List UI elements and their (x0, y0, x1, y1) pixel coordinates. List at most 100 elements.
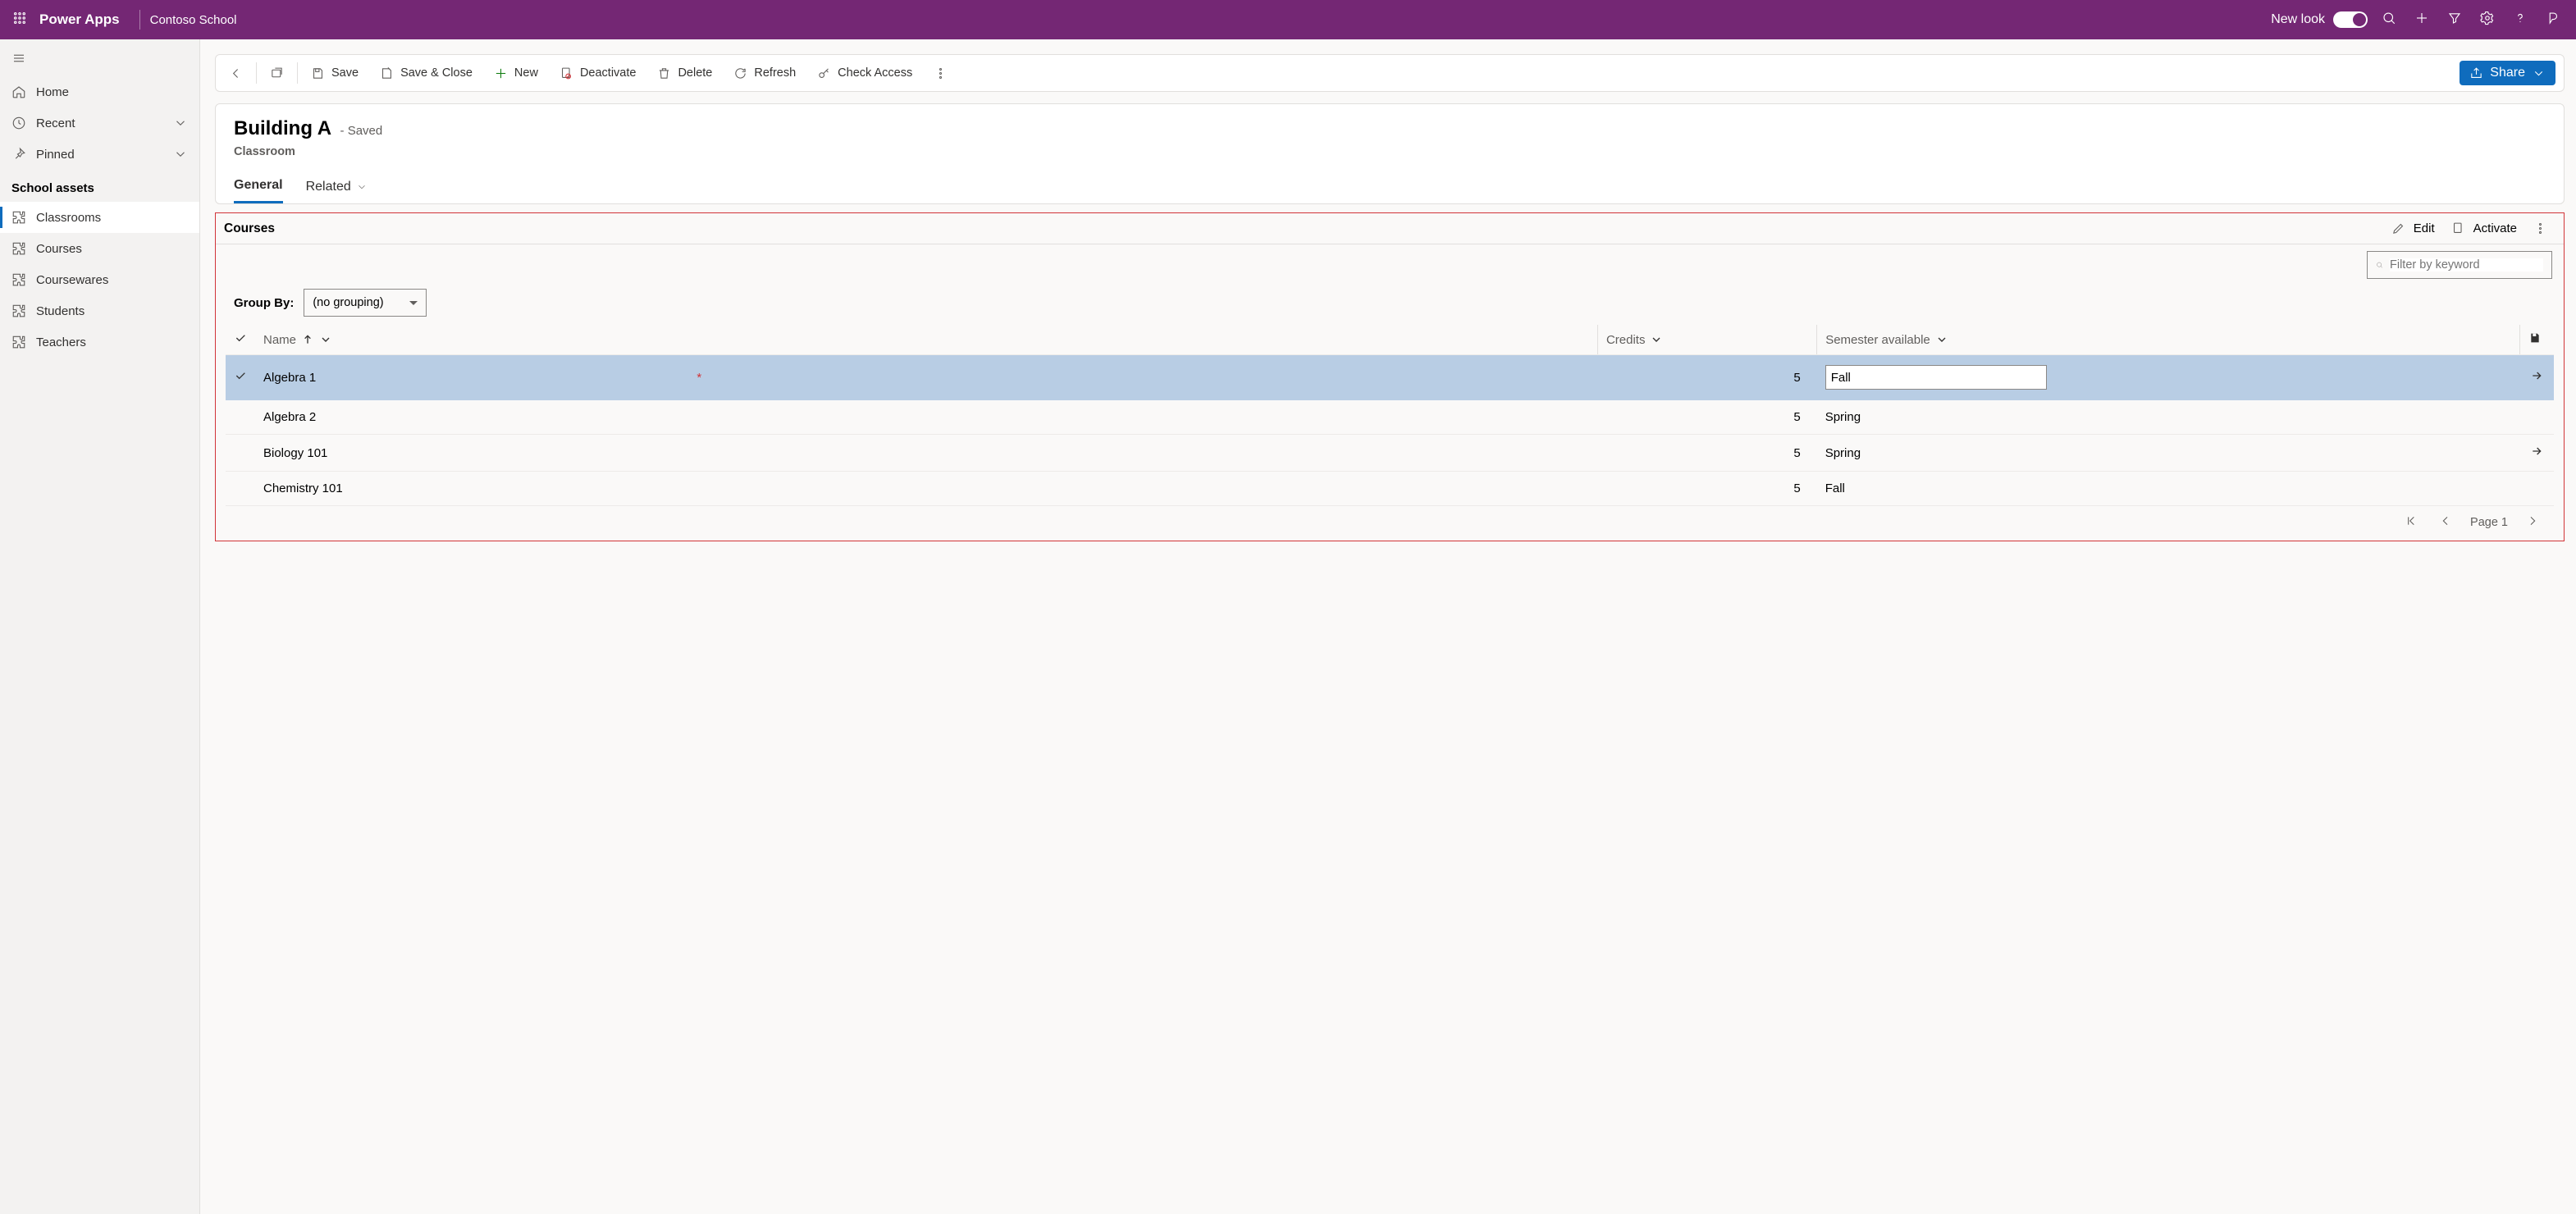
open-new-window-button[interactable] (260, 55, 294, 91)
nav-classrooms[interactable]: Classrooms (0, 202, 199, 233)
subgrid-edit-button[interactable]: Edit (2383, 218, 2443, 239)
app-launcher-icon[interactable] (7, 11, 33, 30)
pager-first[interactable] (2401, 511, 2421, 534)
cell-credits[interactable]: 5 (1597, 435, 1816, 472)
check-access-button[interactable]: Check Access (807, 55, 922, 91)
puzzle-icon (11, 272, 26, 287)
nav-item-label: Courses (36, 242, 82, 256)
filter-keyword-input[interactable] (2367, 251, 2552, 279)
share-icon (2469, 66, 2483, 80)
refresh-label: Refresh (754, 66, 796, 80)
copilot-icon[interactable] (2537, 11, 2569, 30)
site-nav: Home Recent Pinned School assets Classro… (0, 39, 200, 1214)
save-icon (2528, 331, 2542, 345)
chevron-down-icon (1935, 333, 1948, 346)
header-divider (139, 10, 140, 30)
refresh-button[interactable]: Refresh (724, 55, 806, 91)
settings-icon[interactable] (2471, 11, 2504, 30)
table-row[interactable]: Chemistry 1015Fall (226, 472, 2554, 506)
pager-next[interactable] (2523, 511, 2542, 534)
select-all-checkbox[interactable] (226, 325, 255, 355)
tab-general[interactable]: General (234, 171, 283, 203)
cell-credits[interactable]: 5 (1597, 355, 1816, 400)
nav-collapse-icon[interactable] (0, 44, 199, 76)
check-access-label: Check Access (838, 66, 912, 80)
saved-status: - Saved (340, 124, 383, 138)
nav-pinned[interactable]: Pinned (0, 139, 199, 170)
row-checkbox[interactable] (226, 435, 255, 472)
search-icon (2376, 258, 2383, 272)
save-close-button[interactable]: Save & Close (370, 55, 482, 91)
chevron-down-icon (356, 181, 368, 193)
col-name[interactable]: Name (255, 325, 1597, 355)
semester-input[interactable] (1825, 365, 2047, 390)
nav-group-title: School assets (0, 170, 199, 202)
activate-icon (2451, 221, 2465, 235)
col-save[interactable] (2519, 325, 2554, 355)
cell-semester[interactable] (1817, 355, 2519, 400)
save-button[interactable]: Save (301, 55, 368, 91)
nav-coursewares[interactable]: Coursewares (0, 264, 199, 295)
share-button[interactable]: Share (2460, 61, 2555, 85)
nav-courses[interactable]: Courses (0, 233, 199, 264)
form-header: Building A - Saved Classroom General Rel… (215, 103, 2565, 204)
nav-home[interactable]: Home (0, 76, 199, 107)
pin-icon (11, 147, 26, 162)
row-checkbox[interactable] (226, 355, 255, 400)
pager-label: Page 1 (2470, 516, 2508, 529)
cell-credits[interactable]: 5 (1597, 472, 1816, 506)
cell-credits[interactable]: 5 (1597, 400, 1816, 435)
chevron-down-icon (173, 147, 188, 162)
key-icon (817, 66, 831, 80)
delete-button[interactable]: Delete (647, 55, 722, 91)
more-commands-button[interactable] (924, 55, 957, 91)
add-icon[interactable] (2405, 11, 2438, 30)
sort-asc-icon (301, 333, 314, 346)
cell-semester[interactable]: Spring (1817, 435, 2519, 472)
app-name[interactable]: Contoso School (150, 13, 237, 27)
cell-name[interactable]: Algebra 2 (255, 400, 1597, 435)
table-row[interactable]: Biology 1015Spring (226, 435, 2554, 472)
help-icon[interactable] (2504, 11, 2537, 30)
nav-teachers[interactable]: Teachers (0, 326, 199, 358)
subgrid-activate-button[interactable]: Activate (2443, 218, 2525, 239)
save-close-label: Save & Close (400, 66, 473, 80)
row-open-arrow[interactable] (2519, 435, 2554, 472)
record-title: Building A (234, 117, 331, 139)
tab-related[interactable]: Related (306, 171, 368, 203)
delete-label: Delete (678, 66, 712, 80)
row-open-arrow[interactable] (2519, 355, 2554, 400)
row-checkbox[interactable] (226, 472, 255, 506)
clock-icon (11, 116, 26, 130)
group-by-select[interactable]: (no grouping) (304, 289, 427, 317)
col-credits[interactable]: Credits (1597, 325, 1816, 355)
back-button[interactable] (219, 55, 253, 91)
subgrid-more-button[interactable] (2525, 218, 2555, 239)
table-row[interactable]: Algebra 25Spring (226, 400, 2554, 435)
pager-prev[interactable] (2436, 511, 2455, 534)
chevron-down-icon (2532, 66, 2546, 80)
filter-icon[interactable] (2438, 11, 2471, 30)
toggle-switch-icon[interactable] (2333, 11, 2368, 28)
table-row[interactable]: Algebra 1 *5 (226, 355, 2554, 400)
puzzle-icon (11, 241, 26, 256)
cell-semester[interactable]: Fall (1817, 472, 2519, 506)
nav-students[interactable]: Students (0, 295, 199, 326)
filter-keyword-field[interactable] (2390, 258, 2543, 272)
cell-semester[interactable]: Spring (1817, 400, 2519, 435)
nav-recent[interactable]: Recent (0, 107, 199, 139)
new-look-toggle[interactable]: New look (2271, 11, 2368, 28)
col-semester[interactable]: Semester available (1817, 325, 2519, 355)
cell-name[interactable]: Chemistry 101 (255, 472, 1597, 506)
deactivate-button[interactable]: Deactivate (550, 55, 646, 91)
cell-name[interactable]: Biology 101 (255, 435, 1597, 472)
row-checkbox[interactable] (226, 400, 255, 435)
new-button[interactable]: New (484, 55, 548, 91)
cell-name[interactable]: Algebra 1 * (255, 355, 1597, 400)
puzzle-icon (11, 210, 26, 225)
search-icon[interactable] (2373, 11, 2405, 30)
row-open-arrow (2519, 472, 2554, 506)
nav-item-label: Classrooms (36, 211, 101, 225)
pager: Page 1 (216, 506, 2564, 541)
main-content: Save Save & Close New Deactivate Delete … (200, 39, 2576, 1214)
